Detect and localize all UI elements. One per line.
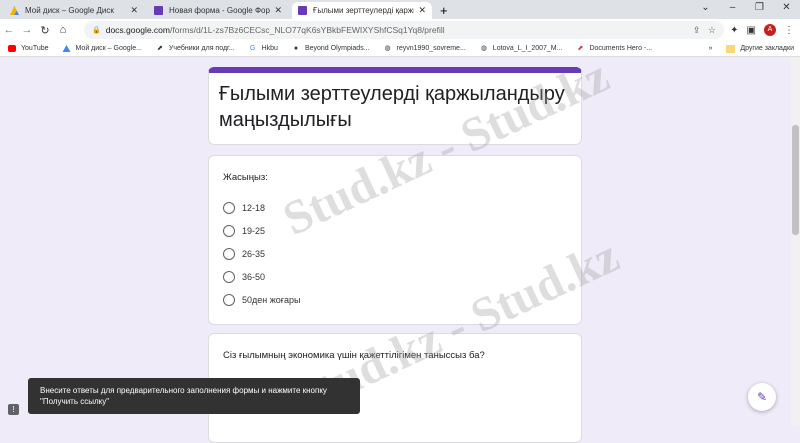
google-icon: G [249, 45, 256, 52]
share-icon[interactable]: ⇪ [693, 25, 701, 35]
forms-icon [154, 6, 163, 15]
other-bookmarks[interactable]: Другие закладки [740, 45, 794, 52]
pencil-icon: ✎ [756, 390, 768, 404]
close-tab-icon[interactable]: ✕ [130, 5, 138, 16]
minimize-button[interactable]: – [719, 0, 746, 16]
radio-icon[interactable] [223, 293, 235, 306]
globe-icon: ◍ [480, 45, 487, 52]
bookmark[interactable]: Мой диск – Google... [62, 45, 142, 52]
radio-option[interactable]: 36-50 [223, 265, 581, 288]
tab-drive[interactable]: Мой диск – Google Диск ✕ [4, 2, 144, 19]
radio-icon[interactable] [223, 270, 235, 283]
tab-new-form[interactable]: Новая форма - Google Формы ✕ [148, 2, 288, 19]
restore-button[interactable]: ❐ [746, 0, 773, 16]
side-panel-icon[interactable]: ▣ [747, 25, 756, 36]
drive-icon [10, 6, 19, 15]
back-icon[interactable]: ← [0, 24, 18, 36]
drive-icon [62, 45, 71, 52]
close-tab-icon[interactable]: ✕ [418, 5, 426, 16]
question-title: Сіз ғылымның экономика үшін қажеттілігім… [223, 350, 485, 361]
scrollbar[interactable] [791, 57, 800, 426]
link-icon: ⬈ [156, 45, 163, 52]
close-window-button[interactable]: ✕ [773, 0, 800, 16]
radio-option[interactable]: 50ден жоғары [223, 288, 581, 311]
bookmark[interactable]: ⬈ Documents Hero -... [576, 45, 653, 52]
address-bar[interactable]: 🔒 docs.google.com/forms/d/1L-zs7Bz6CECsc… [84, 21, 724, 39]
feedback-icon[interactable]: ! [8, 404, 19, 415]
bookmark[interactable]: ⬈ Учебники для подг... [156, 45, 235, 52]
menu-icon[interactable]: ⋮ [784, 25, 794, 36]
extensions-icon[interactable]: ✦ [730, 25, 738, 36]
globe-icon: ◍ [384, 45, 391, 52]
youtube-icon [8, 45, 16, 52]
browser-toolbar: ← → ↻ ⌂ 🔒 docs.google.com/forms/d/1L-zs7… [0, 19, 800, 41]
tab-current-form[interactable]: Ғылыми зерттеулерді қаржыландыру✕ [292, 2, 432, 19]
forward-icon[interactable]: → [18, 24, 36, 36]
form-header-card: Ғылыми зерттеулерді қаржыландыру маңызды… [208, 67, 582, 145]
dot-icon: ● [293, 45, 299, 52]
edit-button[interactable]: ✎ [748, 383, 776, 411]
question-card: Жасыңыз: 12-18 19-25 26-35 36-50 50ден ж… [208, 155, 582, 325]
star-icon[interactable]: ☆ [708, 25, 716, 35]
radio-icon[interactable] [223, 224, 235, 237]
radio-option[interactable]: 19-25 [223, 219, 581, 242]
avatar[interactable]: A [764, 24, 776, 36]
bookmark[interactable]: ● Beyond Olympiads... [292, 45, 370, 52]
bookmarks-bar: YouTube Мой диск – Google... ⬈ Учебники д… [0, 41, 800, 57]
bookmark[interactable]: YouTube [8, 45, 49, 52]
bookmark[interactable]: G Hkbu [249, 45, 278, 52]
folder-icon [726, 44, 736, 53]
lock-icon: 🔒 [92, 27, 101, 34]
forms-icon [298, 6, 307, 15]
home-icon[interactable]: ⌂ [54, 24, 72, 36]
tab-search-icon[interactable]: ⌄ [692, 0, 719, 16]
reload-icon[interactable]: ↻ [36, 24, 54, 37]
radio-option[interactable]: 12-18 [223, 196, 581, 219]
close-tab-icon[interactable]: ✕ [274, 5, 282, 16]
radio-icon[interactable] [223, 201, 235, 214]
tab-bar: Мой диск – Google Диск ✕ Новая форма - Go… [0, 0, 800, 19]
radio-option[interactable]: 26-35 [223, 242, 581, 265]
snackbar: Внесите ответы для предварительного запо… [28, 378, 360, 414]
bookmark[interactable]: ◍ reyvn1990_sovreme... [384, 45, 465, 52]
link-icon: ⬈ [577, 45, 584, 52]
new-tab-button[interactable]: + [440, 2, 448, 19]
question-title: Жасыңыз: [223, 172, 268, 183]
bookmark[interactable]: ◍ Lotova_L_I_2007_M... [480, 45, 563, 52]
scrollbar-thumb[interactable] [792, 125, 799, 235]
form-title: Ғылыми зерттеулерді қаржыландыру маңызды… [219, 83, 565, 131]
radio-icon[interactable] [223, 247, 235, 260]
more-bookmarks-icon[interactable]: » [708, 45, 712, 52]
